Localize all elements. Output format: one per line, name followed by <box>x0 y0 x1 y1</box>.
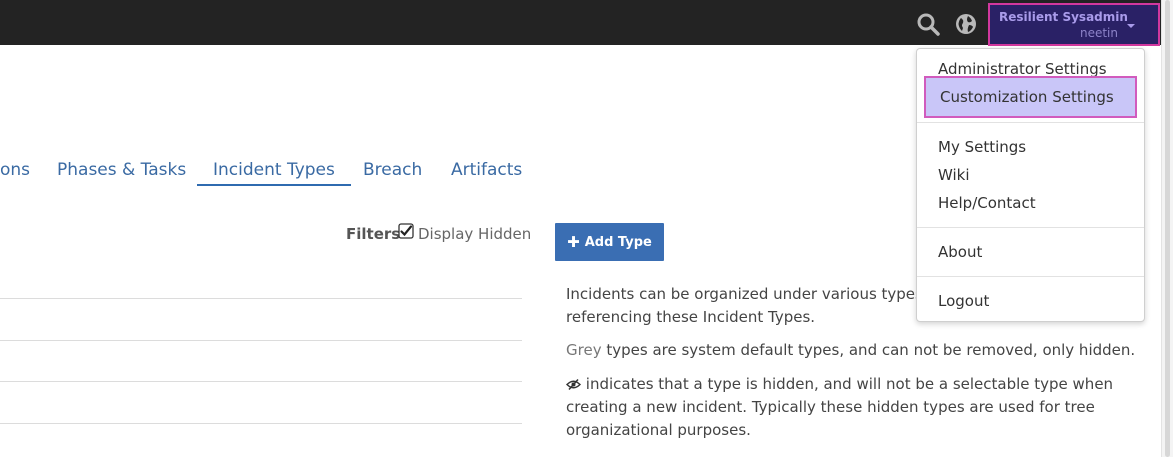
info-line: organizational purposes. <box>566 421 751 439</box>
eye-slash-icon <box>566 375 586 393</box>
globe-icon[interactable] <box>954 12 978 36</box>
scrollbar[interactable] <box>1161 0 1173 457</box>
display-hidden-checkbox[interactable] <box>398 223 414 239</box>
filters-label: Filters <box>346 225 401 243</box>
tab-phases-tasks[interactable]: Phases & Tasks <box>57 160 186 186</box>
info-text: indicates that a type is hidden, and wil… <box>585 375 1114 393</box>
menu-divider <box>917 122 1144 123</box>
menu-divider <box>917 227 1144 228</box>
top-navigation-bar: Resilient Sysadmin neetin <box>0 0 1173 46</box>
plus-icon: ✚ <box>567 232 580 251</box>
tab-incident-types[interactable]: Incident Types <box>197 160 351 186</box>
list-row-divider <box>0 423 522 424</box>
menu-item-wiki[interactable]: Wiki <box>938 166 970 184</box>
user-menu-button[interactable]: Resilient Sysadmin neetin <box>988 3 1160 46</box>
add-type-label: Add Type <box>584 234 652 250</box>
user-login: neetin <box>1079 26 1118 40</box>
list-row-divider <box>0 298 522 299</box>
search-icon[interactable] <box>916 12 940 36</box>
display-hidden-label[interactable]: Display Hidden <box>418 225 531 243</box>
add-type-button[interactable]: ✚ Add Type <box>555 223 664 261</box>
scrollbar-thumb[interactable] <box>1165 0 1170 457</box>
tab-breach[interactable]: Breach <box>363 160 422 186</box>
chevron-down-icon <box>1127 24 1135 28</box>
info-text: types are system default types, and can … <box>601 341 1136 359</box>
info-paragraph-grey: Grey types are system default types, and… <box>566 339 1166 362</box>
menu-item-help-contact[interactable]: Help/Contact <box>938 194 1036 212</box>
user-name: Resilient Sysadmin <box>999 10 1128 24</box>
menu-item-my-settings[interactable]: My Settings <box>938 138 1026 156</box>
info-paragraph-hidden: indicates that a type is hidden, and wil… <box>566 373 1166 442</box>
menu-divider <box>917 276 1144 277</box>
menu-item-customization-settings[interactable]: Customization Settings <box>924 76 1137 118</box>
menu-item-about[interactable]: About <box>938 243 982 261</box>
info-line: creating a new incident. Typically these… <box>566 398 1095 416</box>
tab-notifications[interactable]: ons <box>0 160 30 186</box>
tab-artifacts[interactable]: Artifacts <box>451 160 522 186</box>
list-row-divider <box>0 381 522 382</box>
user-dropdown-menu: Administrator Settings Customization Set… <box>916 48 1145 322</box>
grey-word: Grey <box>566 341 602 359</box>
menu-item-logout[interactable]: Logout <box>938 292 989 310</box>
list-row-divider <box>0 340 522 341</box>
